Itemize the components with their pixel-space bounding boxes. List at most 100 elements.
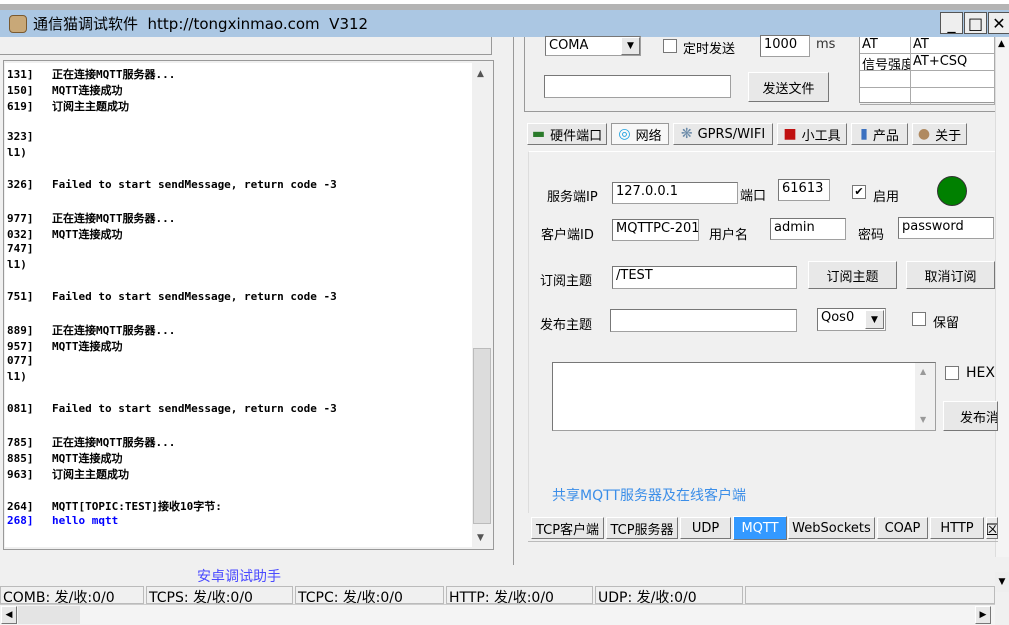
port-select-value: COMA xyxy=(549,38,589,53)
at-table-cell[interactable] xyxy=(911,88,995,104)
close-button[interactable]: ✕ xyxy=(988,12,1009,34)
publish-topic-input[interactable] xyxy=(610,309,797,332)
horizontal-scrollbar[interactable]: ◀ ▶ xyxy=(0,604,995,625)
log-timestamp: 081] xyxy=(7,402,34,415)
h-scroll-thumb[interactable] xyxy=(18,606,80,624)
protocol-tab[interactable]: TCP服务器 xyxy=(606,517,678,539)
log-message: MQTT连接成功 xyxy=(52,228,123,241)
retain-checkbox[interactable] xyxy=(912,312,926,326)
publish-message-input[interactable]: ▲ ▼ xyxy=(552,362,936,431)
protocol-tab[interactable]: MQTT xyxy=(733,516,787,540)
protocol-tab[interactable]: 区 xyxy=(986,517,998,539)
log-message: 正在连接MQTT服务器... xyxy=(52,68,176,81)
mqtt-panel xyxy=(528,151,995,513)
log-line: 977] 正在连接MQTT服务器... xyxy=(7,210,175,226)
subscribe-topic-input[interactable]: /TEST xyxy=(612,266,797,289)
scroll-down-icon[interactable]: ▼ xyxy=(920,415,926,424)
log-message: MQTT连接成功 xyxy=(52,452,123,465)
server-ip-input[interactable]: 127.0.0.1 xyxy=(612,182,738,204)
tab-toolbox[interactable]: ■ 小工具 xyxy=(777,123,847,145)
publish-button[interactable]: 发布消 xyxy=(943,401,998,431)
protocol-tab[interactable]: COAP xyxy=(877,517,928,539)
qos-select[interactable]: Qos0 ▼ xyxy=(817,308,886,331)
log-timestamp: l1) xyxy=(7,146,27,159)
at-table-cell[interactable] xyxy=(911,71,995,87)
at-table-row[interactable]: 信号强度 AT+CSQ xyxy=(860,54,995,71)
scroll-up-icon[interactable]: ▲ xyxy=(920,367,926,376)
log-timestamp: 963] xyxy=(7,468,34,481)
status-bar-pane: HTTP: 发/收:0/0 xyxy=(446,586,593,604)
unsubscribe-button[interactable]: 取消订阅 xyxy=(906,261,995,289)
right-scrollbar[interactable]: ▲ xyxy=(995,37,1009,557)
port-input[interactable]: 61613 xyxy=(778,179,830,201)
chevron-down-icon[interactable]: ▼ xyxy=(865,310,884,329)
minimize-button[interactable]: _ xyxy=(940,12,963,34)
subscribe-button[interactable]: 订阅主题 xyxy=(808,261,897,289)
tab-usb-drive[interactable]: ▮ 产品 xyxy=(851,123,908,145)
log-message: Failed to start sendMessage, return code… xyxy=(52,402,337,415)
log-scrollbar[interactable]: ▲ ▼ xyxy=(472,63,492,547)
qos-select-value: Qos0 xyxy=(821,310,855,325)
log-timestamp: 326] xyxy=(7,178,34,191)
maximize-button[interactable]: □ xyxy=(964,12,987,34)
at-table-cell[interactable]: 信号强度 xyxy=(860,54,911,70)
enable-checkbox[interactable]: ✔ xyxy=(852,185,866,199)
hex-checkbox[interactable] xyxy=(945,366,959,380)
scroll-down-icon[interactable]: ▼ xyxy=(995,572,1009,592)
android-helper-link[interactable]: 安卓调试助手 xyxy=(197,566,281,586)
tab-network[interactable]: ◎ 网络 xyxy=(611,123,669,145)
log-output[interactable]: 131] 正在连接MQTT服务器... 150] MQTT连接成功 619] 订阅主主题成… xyxy=(5,63,472,547)
tab-antenna[interactable]: ❋ GPRS/WIFI xyxy=(673,123,773,145)
status-bar-pane: COMB: 发/收:0/0 xyxy=(0,586,144,604)
protocol-tab[interactable]: HTTP xyxy=(930,517,984,539)
interval-input[interactable]: 1000 xyxy=(760,35,810,57)
log-line: 751] Failed to start sendMessage, return … xyxy=(7,290,337,306)
scroll-up-icon[interactable]: ▲ xyxy=(998,39,1005,49)
at-table-cell[interactable] xyxy=(860,88,911,104)
log-timestamp: l1) xyxy=(7,370,27,383)
tab-circuit-board[interactable]: ▬ 硬件端口 xyxy=(527,123,607,145)
antenna-icon: ❋ xyxy=(680,126,693,142)
shared-mqtt-link[interactable]: 共享MQTT服务器及在线客户端 xyxy=(552,485,746,505)
file-path-input[interactable] xyxy=(544,75,731,98)
username-label: 用户名 xyxy=(709,228,749,243)
log-timestamp: 323] xyxy=(7,130,34,143)
log-timestamp: 889] xyxy=(7,324,34,337)
at-command-table[interactable]: AT AT 信号强度 AT+CSQ xyxy=(859,37,995,105)
at-table-cell[interactable]: AT xyxy=(911,37,995,53)
port-select[interactable]: COMA ▼ xyxy=(545,36,641,56)
username-input[interactable]: admin xyxy=(770,218,846,240)
publish-topic-label: 发布主题 xyxy=(540,318,593,333)
at-table-cell[interactable] xyxy=(860,71,911,87)
scroll-down-icon[interactable]: ▼ xyxy=(477,533,484,543)
tab-label: 关于 xyxy=(935,128,962,144)
log-timestamp: 268] xyxy=(7,514,34,527)
client-id-input[interactable]: MQTTPC-201 xyxy=(612,219,699,241)
at-table-row[interactable] xyxy=(860,88,995,105)
tab-cat[interactable]: ● 关于 xyxy=(912,123,967,145)
scroll-left-icon[interactable]: ◀ xyxy=(1,606,17,624)
protocol-tab[interactable]: TCP客户端 xyxy=(531,517,604,539)
log-timestamp: 264] xyxy=(7,500,34,513)
chevron-down-icon[interactable]: ▼ xyxy=(621,37,640,55)
send-file-button[interactable]: 发送文件 xyxy=(748,72,829,102)
log-scroll-thumb[interactable] xyxy=(473,348,491,524)
scroll-up-icon[interactable]: ▲ xyxy=(477,69,484,79)
at-table-row[interactable]: AT AT xyxy=(860,37,995,54)
at-table-cell[interactable]: AT+CSQ xyxy=(911,54,995,70)
protocol-tab[interactable]: WebSockets xyxy=(788,517,875,539)
at-table-row[interactable] xyxy=(860,71,995,88)
protocol-tab[interactable]: UDP xyxy=(680,517,731,539)
at-table-cell[interactable]: AT xyxy=(860,37,911,53)
log-line: l1) xyxy=(7,370,52,386)
log-message: 正在连接MQTT服务器... xyxy=(52,212,176,225)
tab-label: GPRS/WIFI xyxy=(697,126,766,142)
message-scrollbar[interactable]: ▲ ▼ xyxy=(915,363,935,430)
log-line: 323] xyxy=(7,130,52,146)
scroll-right-icon[interactable]: ▶ xyxy=(975,606,991,624)
timed-send-checkbox[interactable] xyxy=(663,39,677,53)
password-input[interactable]: password xyxy=(898,217,994,239)
